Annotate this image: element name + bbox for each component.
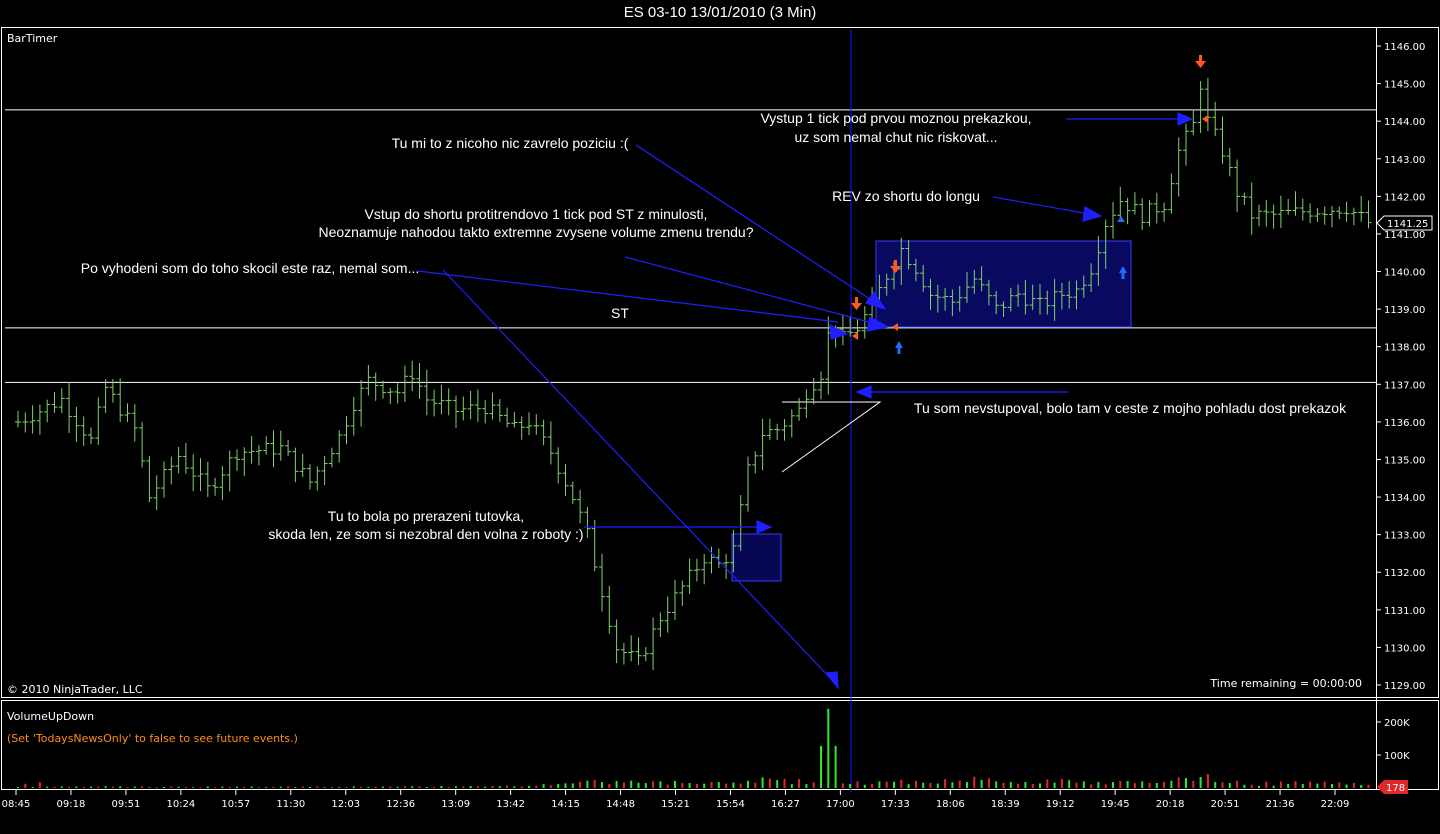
volume-bars [17,708,1370,788]
x-tick-label: 08:45 [2,799,31,810]
x-tick-label: 19:12 [1046,799,1075,810]
x-tick-label: 13:09 [441,799,470,810]
y-tick-label: 1140.00 [1384,268,1425,279]
x-tick-label: 15:21 [661,799,690,810]
arrow-short [624,256,881,326]
arrow-volume-head [824,671,839,690]
x-tick-label: 17:00 [826,799,855,810]
y-tick-label: 1139.00 [1384,305,1425,316]
y-tick-label: 1136.00 [1384,418,1425,429]
y-tick-label: 1129.00 [1384,681,1425,692]
volume-tick-label: 100K [1384,751,1410,762]
horizontal-levels [5,109,1376,383]
arrow-breakout-head [756,520,773,534]
y-tick-label: 1144.00 [1384,117,1425,128]
x-tick-label: 10:24 [166,799,195,810]
x-tick-label: 20:51 [1211,799,1240,810]
y-tick-label: 1146.00 [1384,42,1425,53]
price-tag-value: 1141.25 [1387,219,1428,230]
annotation-closed: Tu mi to z nicoho nic zavrelo poziciu :( [392,135,629,151]
volume-tick-label: 200K [1384,718,1410,729]
sell-arrow-1-head [1195,61,1206,68]
copyright-text: © 2010 NinjaTrader, LLC [7,683,143,696]
arrow-exit-head [1177,112,1194,126]
x-tick-label: 17:33 [881,799,910,810]
entry-tick-marker-1 [852,332,858,340]
y-tick-label: 1130.00 [1384,643,1425,654]
annotation-short-line2: Neoznamuje nahodou takto extremne zvysen… [318,224,753,240]
x-tick-label: 13:42 [496,799,525,810]
annotation-breakout-line1: Tu to bola po prerazeni tutovka, [328,508,524,524]
volume-axis: 200K 100K [1376,718,1410,762]
x-tick-label: 15:54 [716,799,745,810]
y-tick-label: 1142.00 [1384,192,1425,203]
y-tick-label: 1141.00 [1384,230,1425,241]
x-tick-label: 20:18 [1156,799,1185,810]
time-axis: 08:45 09:18 09:51 10:24 10:57 11:30 12:03 12:36… [2,790,1350,810]
x-tick-label: 18:06 [936,799,965,810]
current-price-tag: 1141.25 [1376,215,1433,231]
chart-canvas[interactable]: 1146.00 1145.00 1144.00 1143.00 1142.00 1141.… [0,0,1440,834]
x-tick-label: 12:03 [331,799,360,810]
price-bars [15,77,1372,671]
x-tick-label: 14:48 [606,799,635,810]
y-tick-label: 1132.00 [1384,568,1425,579]
x-tick-label: 09:51 [112,799,141,810]
time-remaining-text: Time remaining = 00:00:00 [1209,677,1362,690]
arrow-volume [442,269,833,681]
annotation-exit-line1: Vystup 1 tick pod prvou moznou prekazkou… [760,110,1031,126]
y-tick-label: 1145.00 [1384,80,1425,91]
indicator-label-bartimer: BarTimer [7,32,58,45]
indicator-label-volume: VolumeUpDown [7,710,94,723]
arrow-rev-head [1082,206,1103,222]
buy-arrow-2-stem [1121,272,1125,279]
volume-panel-border [1,700,1439,790]
volume-tag: 178 [1377,780,1408,794]
volume-tag-value: 178 [1386,783,1405,794]
y-tick-label: 1143.00 [1384,155,1425,166]
annotation-exit-line2: uz som nemal chut nic riskovat... [794,129,997,145]
x-tick-label: 12:36 [386,799,415,810]
sell-arrow-2-head [851,303,862,310]
y-tick-label: 1138.00 [1384,343,1425,354]
x-tick-label: 19:45 [1101,799,1130,810]
x-tick-label: 14:15 [551,799,580,810]
news-note: (Set 'TodaysNewsOnly' to false to see fu… [7,732,298,745]
annotations: Vystup 1 tick pod prvou moznou prekazkou… [81,110,1347,542]
exit-tick-marker [1202,115,1208,123]
buy-arrow-1 [895,341,903,348]
x-tick-label: 21:36 [1266,799,1295,810]
buy-arrow-3 [1117,216,1125,222]
x-tick-label: 11:30 [276,799,305,810]
annotation-rev: REV zo shortu do longu [832,188,980,204]
arrow-notrade-head [855,385,872,399]
annotation-notrade: Tu som nevstupoval, bolo tam v ceste z m… [914,400,1347,416]
annotation-breakout-line2: skoda len, ze som si nezobral den volna … [268,526,583,542]
y-tick-label: 1137.00 [1384,380,1425,391]
x-tick-label: 22:09 [1321,799,1350,810]
y-tick-label: 1134.00 [1384,493,1425,504]
annotation-short-line1: Vstup do shortu protitrendovo 1 tick pod… [365,206,708,222]
x-tick-label: 09:18 [57,799,86,810]
x-tick-label: 10:57 [221,799,250,810]
triangle-drawing[interactable] [781,401,882,473]
arrow-rev [992,196,1096,216]
buy-arrow-1-stem [897,347,901,354]
y-tick-label: 1133.00 [1384,531,1425,542]
price-axis: 1146.00 1145.00 1144.00 1143.00 1142.00 1141.… [1376,42,1425,692]
annotation-reentry: Po vyhodeni som do toho skocil este raz,… [81,260,420,276]
y-tick-label: 1135.00 [1384,455,1425,466]
y-tick-label: 1131.00 [1384,606,1425,617]
x-tick-label: 18:39 [991,799,1020,810]
arrow-reentry-head [829,323,849,340]
breakout-box[interactable] [731,533,782,582]
level-label-st: ST [611,305,629,321]
x-tick-label: 16:27 [771,799,800,810]
